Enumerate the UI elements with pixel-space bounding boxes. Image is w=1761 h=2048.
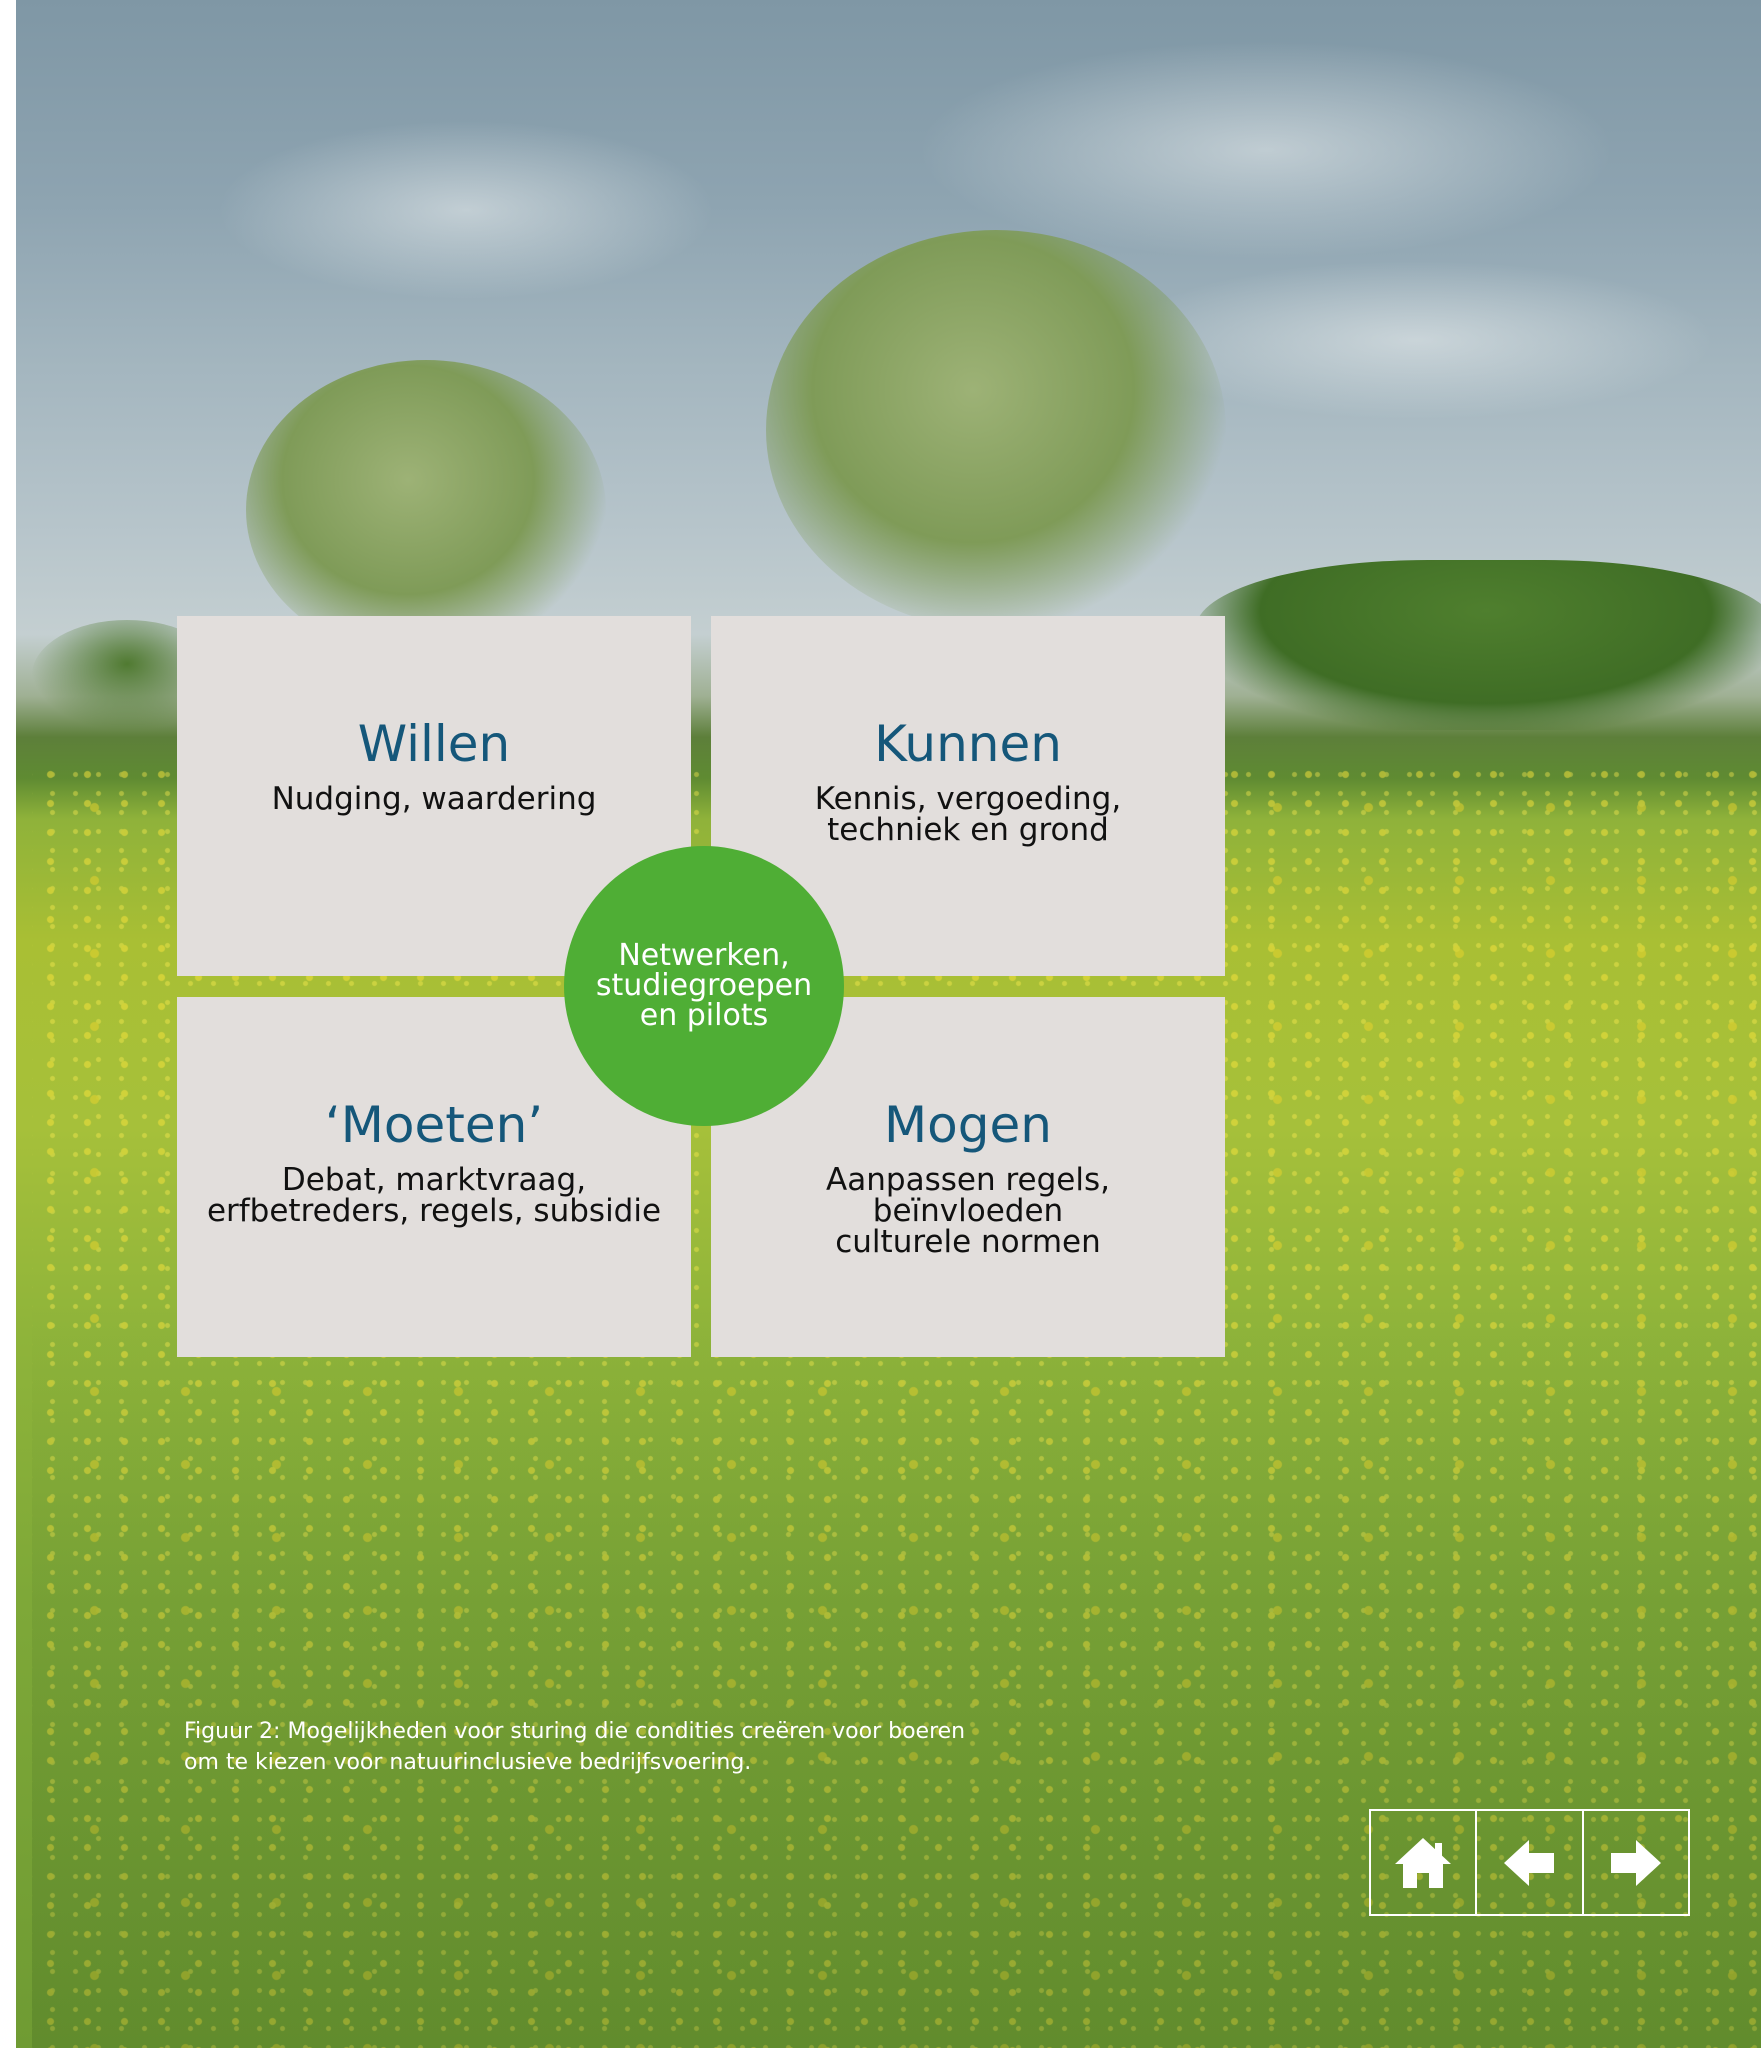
navigation-bar — [1369, 1809, 1690, 1916]
quadrant-description: Aanpassen regels, beïnvloeden culturele … — [826, 1162, 1110, 1260]
quadrant-title: ‘Moeten’ — [324, 1096, 544, 1154]
tree — [246, 360, 606, 660]
quadrant-title: Kunnen — [874, 715, 1062, 773]
tree — [766, 230, 1226, 630]
quadrant-description: Nudging, waardering — [271, 781, 597, 817]
figure-caption: Figuur 2: Mogelijkheden voor sturing die… — [184, 1719, 966, 1775]
treeline — [1196, 560, 1761, 730]
forward-button[interactable] — [1581, 1811, 1688, 1914]
quadrant-description: Kennis, vergoeding, techniek en grond — [814, 781, 1122, 848]
quadrant-description: Debat, marktvraag, erfbetreders, regels,… — [206, 1162, 662, 1229]
page: Willen Nudging, waardering Kunnen Kennis… — [0, 0, 1761, 2048]
quadrant-title: Willen — [357, 715, 511, 773]
quadrant-title: Mogen — [884, 1096, 1052, 1154]
cloud — [216, 120, 716, 300]
grass-shade — [32, 1300, 1761, 2048]
cloud — [916, 40, 1616, 260]
home-button[interactable] — [1371, 1811, 1475, 1914]
arrow-left-icon — [1504, 1839, 1555, 1886]
center-circle: Netwerken, studiegroepen en pilots — [564, 846, 844, 1126]
back-button[interactable] — [1475, 1811, 1581, 1914]
center-label: Netwerken, studiegroepen en pilots — [595, 938, 813, 1033]
arrow-right-icon — [1610, 1839, 1661, 1886]
home-icon — [1395, 1837, 1452, 1888]
